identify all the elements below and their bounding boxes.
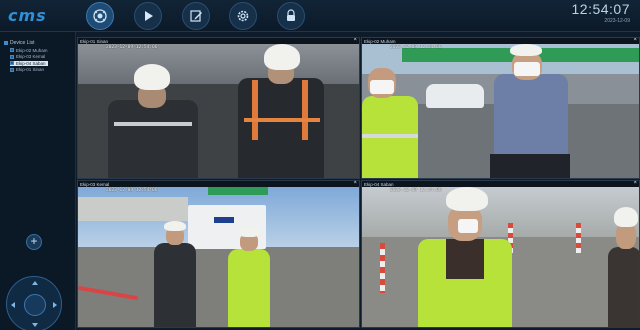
lock-button[interactable] xyxy=(277,2,305,30)
tile-header: Ekip-03 Kemal × xyxy=(78,181,359,187)
tile-header: Ekip-04 Saban × xyxy=(362,181,639,187)
device-tree-root[interactable]: Device List xyxy=(4,40,48,46)
device-item-ekip-03[interactable]: Ekip-03 Kemal xyxy=(10,54,48,59)
tile-title: Ekip-03 Kemal xyxy=(80,181,110,187)
tile-timestamp: 2023-12-09 12:54:06 xyxy=(106,45,158,50)
video-feed xyxy=(362,187,639,327)
video-feed xyxy=(362,44,639,178)
tile-title: Ekip-01 Sinan xyxy=(80,38,109,44)
device-tree-root-label: Device List xyxy=(10,40,35,46)
camera-grid-button[interactable] xyxy=(86,2,114,30)
device-item-ekip-02[interactable]: Ekip-02 Muham xyxy=(10,48,48,53)
app-logo: cms xyxy=(8,6,47,25)
tile-timestamp: 2023-12-09 12:54:06 xyxy=(390,188,442,193)
camera-icon xyxy=(10,61,14,65)
edit-button[interactable] xyxy=(182,2,210,30)
device-item-label: Ekip-02 Muham xyxy=(16,47,48,53)
clock: 12:54:07 2023-12-09 xyxy=(572,1,631,24)
video-tile-4[interactable]: Ekip-04 Saban × 2023-12-09 12:54:06 xyxy=(361,180,640,328)
add-device-button[interactable]: + xyxy=(26,234,42,250)
gear-icon xyxy=(237,10,249,22)
device-item-ekip-01[interactable]: Ekip-01 Sinan xyxy=(10,67,48,72)
top-bar: cms 12:54:07 2023-12-09 xyxy=(0,0,640,32)
video-feed xyxy=(78,187,359,327)
tile-title: Ekip-02 Muham xyxy=(364,38,396,44)
tile-title: Ekip-04 Saban xyxy=(364,181,394,187)
tile-header: Ekip-02 Muham × xyxy=(362,38,639,44)
ptz-center-button[interactable] xyxy=(24,294,46,316)
play-button[interactable] xyxy=(134,2,162,30)
close-icon[interactable]: × xyxy=(353,38,357,43)
ptz-up-arrow-icon[interactable] xyxy=(32,281,38,285)
device-sidebar: Device List Ekip-02 Muham Ekip-03 Kemal … xyxy=(0,32,76,330)
ptz-control xyxy=(6,276,62,330)
video-tile-2[interactable]: Ekip-02 Muham × 2023-12-09 12:54:06 xyxy=(361,37,640,179)
camera-icon xyxy=(10,54,14,59)
camera-icon xyxy=(10,48,14,52)
clock-date: 2023-12-09 xyxy=(604,18,630,24)
device-tree: Device List Ekip-02 Muham Ekip-03 Kemal … xyxy=(4,40,48,72)
close-icon[interactable]: × xyxy=(353,181,357,186)
device-item-ekip-04[interactable]: Ekip-04 Saban xyxy=(10,60,48,66)
tile-timestamp: 2023-12-09 12:54:06 xyxy=(390,45,442,50)
ptz-left-arrow-icon[interactable] xyxy=(11,302,15,308)
play-icon xyxy=(145,11,153,21)
camera-icon xyxy=(93,9,107,23)
settings-button[interactable] xyxy=(229,2,257,30)
tile-header: Ekip-01 Sinan × xyxy=(78,38,359,44)
close-icon[interactable]: × xyxy=(633,181,637,186)
device-item-label: Ekip-01 Sinan xyxy=(16,67,45,72)
clock-time: 12:54:07 xyxy=(571,1,630,17)
close-icon[interactable]: × xyxy=(633,38,637,43)
tile-timestamp: 2023-12-09 12:54:06 xyxy=(106,188,158,193)
folder-icon xyxy=(4,41,8,45)
device-item-label: Ekip-03 Kemal xyxy=(16,54,46,59)
video-tile-1[interactable]: Ekip-01 Sinan × 2023-12-09 12:54:06 xyxy=(77,37,360,179)
ptz-down-arrow-icon[interactable] xyxy=(32,323,38,327)
camera-icon xyxy=(10,67,14,72)
cms-app: cms 12:54:07 2023-12-09 Device List Ekip… xyxy=(0,0,640,330)
ptz-right-arrow-icon[interactable] xyxy=(53,302,57,308)
lock-icon xyxy=(287,9,295,21)
edit-icon xyxy=(190,10,202,22)
video-tile-3[interactable]: Ekip-03 Kemal × 2023-12-09 12:54:06 xyxy=(77,180,360,328)
device-item-label: Ekip-04 Saban xyxy=(16,60,46,66)
video-feed xyxy=(78,44,359,178)
video-grid: Ekip-01 Sinan × 2023-12-09 12:54:06 Ekip… xyxy=(77,37,640,330)
